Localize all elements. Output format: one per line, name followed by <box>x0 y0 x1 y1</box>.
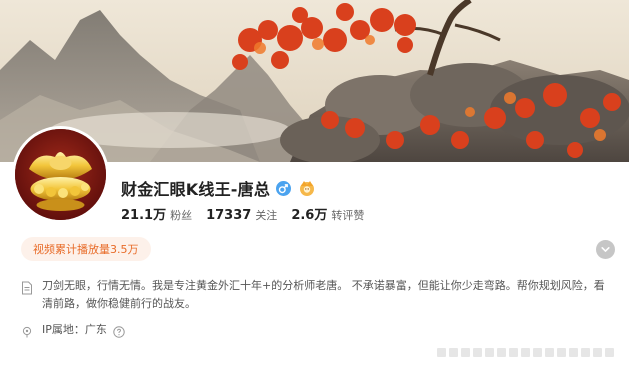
avatar[interactable] <box>12 126 109 223</box>
profile-stats: 21.1万 粉丝 17337 关注 2.6万 转评赞 <box>121 204 378 223</box>
stat-interactions[interactable]: 2.6万 转评赞 <box>291 204 364 223</box>
help-icon[interactable] <box>113 323 125 338</box>
stat-value: 2.6万 <box>291 208 328 223</box>
location-pin-icon <box>21 323 33 338</box>
stat-value: 17337 <box>206 208 252 223</box>
gold-crown-badge-icon[interactable] <box>297 179 317 197</box>
avatar-image <box>15 129 106 220</box>
chevron-down-icon <box>601 247 610 252</box>
profile-name-row: 财金汇眼K线王-唐总 <box>121 177 317 199</box>
document-icon <box>21 280 33 295</box>
bio-text: 刀剑无眼，行情无情。我是专注黄金外汇十年+的分析师老唐。 不承诺暴富，但能让你少… <box>42 279 605 310</box>
profile-name: 财金汇眼K线王-唐总 <box>121 180 271 199</box>
ip-location-row: IP属地：广东 <box>21 320 125 338</box>
stat-followers[interactable]: 21.1万 粉丝 <box>121 204 192 223</box>
male-icon <box>276 180 292 196</box>
stat-label: 关注 <box>255 209 278 222</box>
watermark <box>437 344 623 358</box>
stat-value: 21.1万 <box>121 208 167 223</box>
stat-label: 转评赞 <box>331 209 365 222</box>
bio-row: 刀剑无眼，行情无情。我是专注黄金外汇十年+的分析师老唐。 不承诺暴富，但能让你少… <box>21 277 606 313</box>
ip-location: IP属地：广东 <box>42 323 107 336</box>
stat-label: 粉丝 <box>170 209 193 222</box>
video-views-badge: 视频累计播放量3.5万 <box>21 237 151 261</box>
profile-banner <box>0 0 629 162</box>
stat-following[interactable]: 17337 关注 <box>206 207 277 223</box>
expand-button[interactable] <box>596 240 615 259</box>
